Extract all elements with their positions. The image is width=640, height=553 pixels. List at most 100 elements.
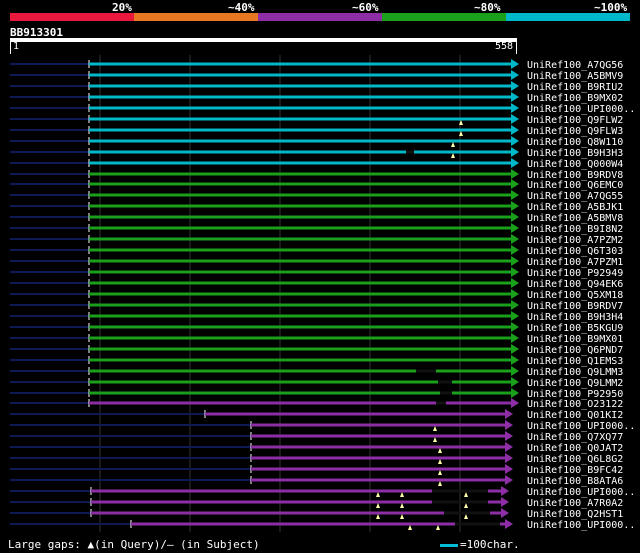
hit-arrow [511,256,519,266]
query-gap-marker [400,503,404,508]
hit-arrow [511,190,519,200]
hit-arrow [511,278,519,288]
hit-arrow [511,212,519,222]
hit-label: UniRef100_B9RIU2 [527,82,623,93]
hit-arrow [511,355,519,365]
hit-arrow [511,125,519,135]
hit-label: UniRef100_B8ATA6 [527,476,623,487]
query-gap-marker [464,492,468,497]
hit-label: UniRef100_B9MX02 [527,93,623,104]
hit-label: UniRef100_B9H3H4 [527,312,623,323]
hit-arrow [511,169,519,179]
hit-label: UniRef100_Q6T303 [527,246,623,257]
hit-label: UniRef100_P92949 [527,268,623,279]
hit-label: UniRef100_A7QG55 [527,191,623,202]
query-gap-marker [376,492,380,497]
hit-arrow [501,508,509,518]
large-gaps-legend: Large gaps: ▲(in Query)/– (in Subject) [8,538,260,551]
hit-label: UniRef100_Q0JAT2 [527,443,623,454]
query-gap-marker [438,470,442,475]
hit-label: UniRef100_Q8W110 [527,137,623,148]
hit-arrow [505,464,513,474]
hit-label: UniRef100_UPI000.. [527,421,635,432]
hit-label: UniRef100_A7R0A2 [527,498,623,509]
hit-label: UniRef100_Q000W4 [527,159,623,170]
hit-label: UniRef100_A7QG56 [527,60,623,71]
hit-label: UniRef100_Q5XM18 [527,290,623,301]
hit-label: UniRef100_UPI000.. [527,520,635,531]
hit-label: UniRef100_Q01KI2 [527,410,623,421]
hit-arrow [511,398,519,408]
hit-arrow [511,223,519,233]
hit-arrow [505,519,513,529]
hit-label: UniRef100_Q94EK6 [527,279,623,290]
scale-label: =100char. [460,538,520,551]
hit-arrow [511,245,519,255]
query-gap-marker [464,514,468,519]
hit-label: UniRef100_Q9LMM3 [527,367,623,378]
hit-label: UniRef100_A7PZM1 [527,257,623,268]
query-gap-marker [451,142,455,147]
hit-label: UniRef100_B9MX01 [527,334,623,345]
hit-arrow [511,92,519,102]
scale-legend: =100char. [440,538,520,551]
query-gap-marker [438,448,442,453]
hit-label: UniRef100_A7PZM2 [527,235,623,246]
hit-arrow [505,475,513,485]
hit-label: UniRef100_Q2HST1 [527,509,623,520]
hit-arrow [511,300,519,310]
hit-arrow [505,420,513,430]
hit-label: UniRef100_B9I8N2 [527,224,623,235]
hit-label: UniRef100_B5KGU9 [527,323,623,334]
hit-label: UniRef100_Q9LMM2 [527,378,623,389]
hit-arrow [511,344,519,354]
query-gap-marker [376,503,380,508]
hit-arrow [511,289,519,299]
hit-arrow [511,158,519,168]
hit-arrow [511,377,519,387]
query-gap-marker [438,459,442,464]
hit-arrow [501,497,509,507]
hit-arrow [511,322,519,332]
hit-label: UniRef100_B9FC42 [527,465,623,476]
hit-arrow [511,147,519,157]
hit-arrow [511,388,519,398]
hit-arrow [511,201,519,211]
hit-label: UniRef100_A5BMV9 [527,71,623,82]
query-gap-marker [464,503,468,508]
query-gap-marker [408,525,412,530]
hit-arrow [511,114,519,124]
hit-arrow [505,431,513,441]
hit-label: UniRef100_UPI000.. [527,487,635,498]
hit-label: UniRef100_B9H3H3 [527,148,623,159]
hit-arrow [505,442,513,452]
hit-label: UniRef100_Q6PND7 [527,345,623,356]
alignment-graphic: UniRef100_A7QG56UniRef100_A5BMV9UniRef10… [10,55,635,532]
query-gap-marker [376,514,380,519]
hit-arrow [511,59,519,69]
hit-label: UniRef100_UPI000.. [527,104,635,115]
hit-arrow [501,486,509,496]
hit-arrow [511,267,519,277]
hit-arrow [511,311,519,321]
query-gap-marker [433,426,437,431]
hit-arrow [511,179,519,189]
hit-label: UniRef100_Q1EMS3 [527,356,623,367]
hit-arrow [511,234,519,244]
scale-line [440,543,458,547]
hit-arrow [511,81,519,91]
hit-arrow [511,70,519,80]
hit-label: UniRef100_Q9FLW2 [527,115,623,126]
query-gap-marker [451,153,455,158]
query-gap-marker [400,492,404,497]
hit-label: UniRef100_A5BMV8 [527,213,623,224]
query-gap-marker [436,525,440,530]
hit-arrow [505,409,513,419]
hit-arrow [511,103,519,113]
hit-arrow [511,333,519,343]
hit-label: UniRef100_Q9FLW3 [527,126,623,137]
hit-label: UniRef100_Q7XQ77 [527,432,623,443]
hit-arrow [511,136,519,146]
hit-label: UniRef100_B9RDV7 [527,301,623,312]
hit-label: UniRef100_A5BJK1 [527,202,623,213]
